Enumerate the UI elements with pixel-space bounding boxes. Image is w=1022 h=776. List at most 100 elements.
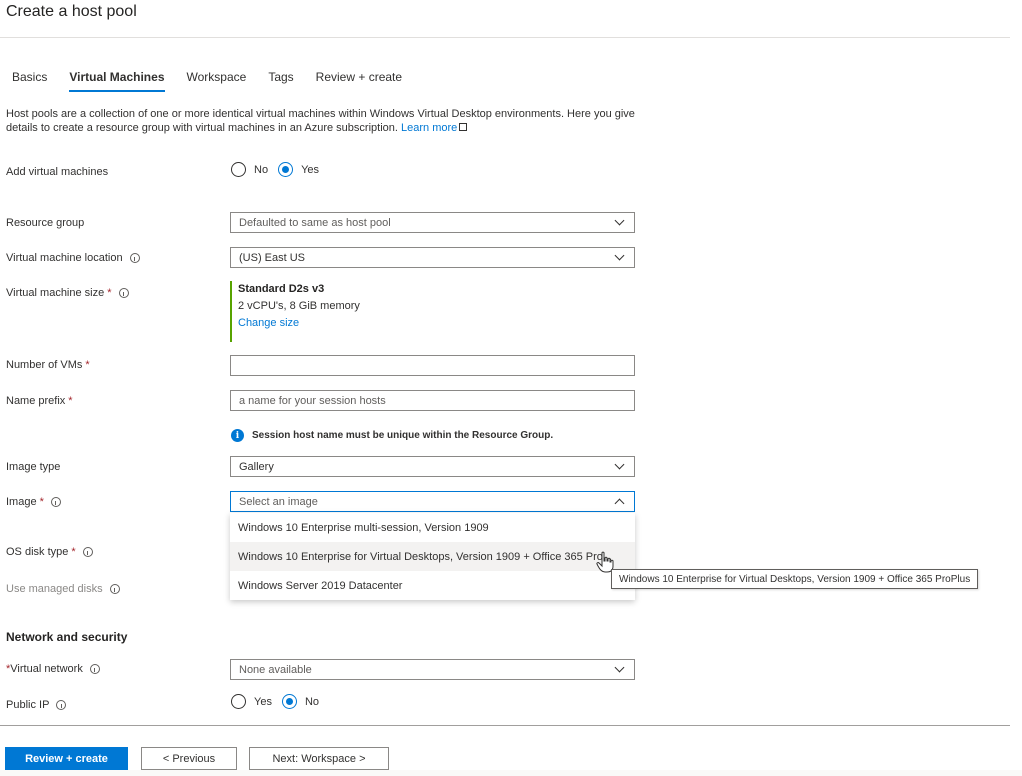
vm-location-value: (US) East US <box>239 251 306 264</box>
tab-virtual-machines[interactable]: Virtual Machines <box>69 70 165 92</box>
image-option[interactable]: Windows 10 Enterprise multi-session, Ver… <box>230 513 635 542</box>
image-type-select[interactable]: Gallery <box>230 456 635 477</box>
public-ip-label: Public IP <box>6 699 67 711</box>
vm-size-label-text: Virtual machine size <box>6 287 105 299</box>
public-ip-yes-radio[interactable]: Yes <box>231 694 272 709</box>
network-section-title: Network and security <box>6 630 128 644</box>
chevron-down-icon <box>614 215 625 226</box>
add-vms-no-radio[interactable]: No <box>231 162 268 177</box>
required-asterisk: * <box>71 546 76 558</box>
required-asterisk: * <box>68 395 73 407</box>
managed-disks-label: Use managed disks <box>6 583 120 595</box>
image-type-label: Image type <box>6 461 60 473</box>
add-vms-label-text: Add virtual machines <box>6 166 109 178</box>
virtual-network-select-wrapper: None available <box>230 659 635 680</box>
info-icon[interactable] <box>89 664 100 674</box>
virtual-network-label-text: Virtual network <box>10 663 83 675</box>
external-link-icon <box>459 123 468 131</box>
tab-basics[interactable]: Basics <box>12 70 47 89</box>
public-ip-yes-label: Yes <box>254 695 272 708</box>
num-vms-label-text: Number of VMs <box>6 359 83 371</box>
radio-unchecked-icon <box>231 162 246 177</box>
page-description: Host pools are a collection of one or mo… <box>6 107 646 135</box>
radio-unchecked-icon <box>231 694 246 709</box>
resource-group-value: Defaulted to same as host pool <box>239 216 391 229</box>
os-disk-type-label-text: OS disk type <box>6 546 69 558</box>
add-vms-label: Add virtual machines <box>6 166 108 178</box>
chevron-down-icon <box>614 662 625 673</box>
previous-button[interactable]: < Previous <box>141 747 237 770</box>
tab-review-create[interactable]: Review + create <box>316 70 402 89</box>
managed-disks-label-text: Use managed disks <box>6 583 103 595</box>
chevron-down-icon <box>614 459 625 470</box>
learn-more-link[interactable]: Learn more <box>401 122 457 134</box>
num-vms-input[interactable] <box>230 355 635 376</box>
vm-size-detail: 2 vCPU's, 8 GiB memory <box>238 300 360 312</box>
vm-location-select[interactable]: (US) East US <box>230 247 635 268</box>
add-vms-yes-radio[interactable]: Yes <box>278 162 319 177</box>
image-select-wrapper: Select an image <box>230 491 635 512</box>
virtual-network-label: * Virtual network <box>6 663 100 675</box>
add-vms-radio-group: No Yes <box>231 162 329 177</box>
image-type-select-wrapper: Gallery <box>230 456 635 477</box>
info-filled-icon: i <box>231 429 244 442</box>
description-text: Host pools are a collection of one or mo… <box>6 108 635 134</box>
public-ip-label-text: Public IP <box>6 699 50 711</box>
image-type-value: Gallery <box>239 460 274 473</box>
num-vms-input-wrapper <box>230 355 635 376</box>
required-asterisk: * <box>107 287 112 299</box>
image-label-text: Image <box>6 496 37 508</box>
info-icon[interactable] <box>50 497 61 507</box>
change-size-link[interactable]: Change size <box>238 315 360 332</box>
header-divider <box>0 37 1010 38</box>
info-icon[interactable] <box>82 547 93 557</box>
page-title: Create a host pool <box>6 3 137 20</box>
tab-tags[interactable]: Tags <box>268 70 293 89</box>
review-create-button[interactable]: Review + create <box>5 747 128 770</box>
info-icon[interactable] <box>109 584 120 594</box>
image-dropdown-list: Windows 10 Enterprise multi-session, Ver… <box>230 513 635 600</box>
chevron-down-icon <box>614 250 625 261</box>
radio-checked-icon <box>281 694 297 709</box>
info-icon[interactable] <box>129 253 140 263</box>
tab-workspace[interactable]: Workspace <box>187 70 247 89</box>
image-option[interactable]: Windows Server 2019 Datacenter <box>230 571 635 600</box>
virtual-network-select[interactable]: None available <box>230 659 635 680</box>
radio-checked-icon <box>278 162 294 177</box>
num-vms-label: Number of VMs * <box>6 359 90 371</box>
name-prefix-info-message: i Session host name must be unique withi… <box>231 429 553 442</box>
name-prefix-placeholder: a name for your session hosts <box>239 394 386 407</box>
resource-group-select-wrapper: Defaulted to same as host pool <box>230 212 635 233</box>
name-prefix-input[interactable]: a name for your session hosts <box>230 390 635 411</box>
resource-group-select[interactable]: Defaulted to same as host pool <box>230 212 635 233</box>
vm-size-name: Standard D2s v3 <box>238 283 325 295</box>
name-prefix-label: Name prefix * <box>6 395 73 407</box>
vm-location-label-text: Virtual machine location <box>6 252 123 264</box>
image-placeholder: Select an image <box>239 495 318 508</box>
vm-size-summary: Standard D2s v3 2 vCPU's, 8 GiB memory C… <box>230 281 360 342</box>
create-host-pool-page: Create a host pool Basics Virtual Machin… <box>0 0 1022 776</box>
vm-size-label: Virtual machine size * <box>6 287 129 299</box>
info-icon[interactable] <box>118 288 129 298</box>
resource-group-label-text: Resource group <box>6 217 85 229</box>
public-ip-no-radio[interactable]: No <box>281 694 320 709</box>
next-workspace-button[interactable]: Next: Workspace > <box>249 747 389 770</box>
vm-location-select-wrapper: (US) East US <box>230 247 635 268</box>
add-vms-yes-label: Yes <box>301 163 320 176</box>
info-message-text: Session host name must be unique within … <box>252 430 554 441</box>
image-select[interactable]: Select an image <box>230 491 635 512</box>
image-label: Image * <box>6 496 61 508</box>
image-option[interactable]: Windows 10 Enterprise for Virtual Deskto… <box>230 542 635 571</box>
os-disk-type-label: OS disk type * <box>6 546 93 558</box>
vm-location-label: Virtual machine location <box>6 252 140 264</box>
image-type-label-text: Image type <box>6 461 61 473</box>
resource-group-label: Resource group <box>6 217 84 229</box>
required-asterisk: * <box>39 496 44 508</box>
wizard-tabs: Basics Virtual Machines Workspace Tags R… <box>12 70 424 92</box>
virtual-network-value: None available <box>239 663 312 676</box>
info-icon[interactable] <box>56 700 67 710</box>
footer-divider <box>0 725 1010 726</box>
image-option-tooltip: Windows 10 Enterprise for Virtual Deskto… <box>611 569 979 589</box>
name-prefix-input-wrapper: a name for your session hosts <box>230 390 635 411</box>
public-ip-no-label: No <box>304 695 320 708</box>
